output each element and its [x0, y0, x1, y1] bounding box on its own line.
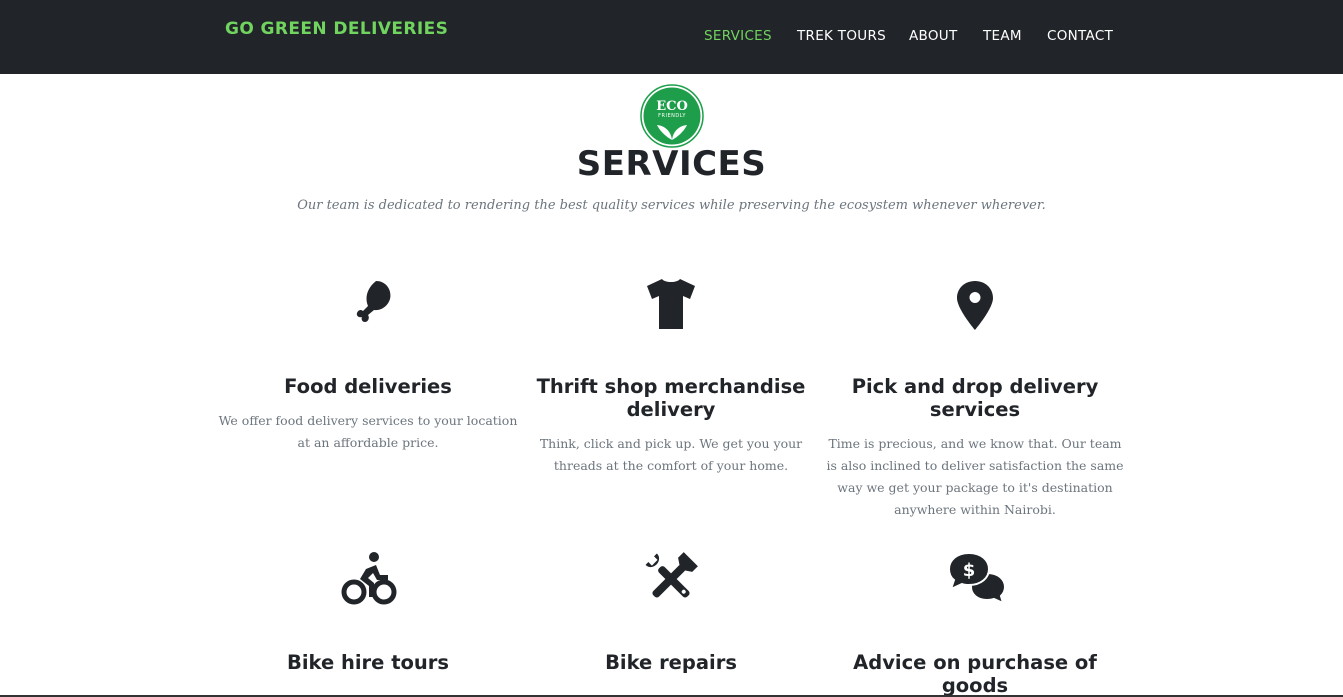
service-card-food: Food deliveries We offer food delivery s…	[218, 273, 518, 454]
service-card-pick-drop: Pick and drop delivery services Time is …	[825, 273, 1125, 521]
service-card-bike-repairs: Bike repairs	[521, 549, 821, 674]
service-title: Food deliveries	[284, 375, 452, 398]
tools-icon	[635, 549, 707, 609]
service-card-thrift: Thrift shop merchandise delivery Think, …	[521, 273, 821, 477]
biking-icon	[332, 549, 404, 609]
service-title: Pick and drop delivery services	[851, 375, 1099, 421]
service-title: Thrift shop merchandise delivery	[536, 375, 806, 421]
tshirt-icon	[635, 273, 707, 333]
service-card-advice: $ Advice on purchase of goods	[825, 549, 1125, 697]
nav-link-trek-tours[interactable]: TREK TOURS	[797, 28, 886, 44]
section-title: SERVICES	[576, 144, 767, 184]
nav-link-contact[interactable]: CONTACT	[1047, 28, 1113, 44]
service-title: Bike repairs	[605, 651, 737, 674]
nav-link-team[interactable]: TEAM	[983, 28, 1022, 44]
top-navbar: GO GREEN DELIVERIES SERVICES TREK TOURS …	[0, 0, 1343, 74]
service-card-bike-hire: Bike hire tours	[218, 549, 518, 674]
badge-text-eco: ECO	[656, 99, 688, 114]
service-description: Time is precious, and we know that. Our …	[826, 436, 1124, 517]
comments-dollar-icon: $	[939, 549, 1011, 609]
nav-link-about[interactable]: ABOUT	[909, 28, 958, 44]
service-description: Think, click and pick up. We get you you…	[539, 436, 803, 473]
svg-text:$: $	[963, 560, 976, 581]
section-subtitle: Our team is dedicated to rendering the b…	[297, 198, 1046, 213]
brand-logo-link[interactable]: GO GREEN DELIVERIES	[225, 19, 448, 39]
service-title: Bike hire tours	[286, 651, 450, 674]
service-description: We offer food delivery services to your …	[218, 413, 518, 450]
drumstick-icon	[332, 273, 404, 333]
badge-text-friendly: FRIENDLY	[658, 113, 686, 119]
map-marker-icon	[939, 273, 1011, 333]
service-title: Advice on purchase of goods	[853, 651, 1097, 697]
nav-link-services[interactable]: SERVICES	[704, 28, 772, 44]
eco-friendly-badge-icon: ECO FRIENDLY	[640, 84, 704, 148]
